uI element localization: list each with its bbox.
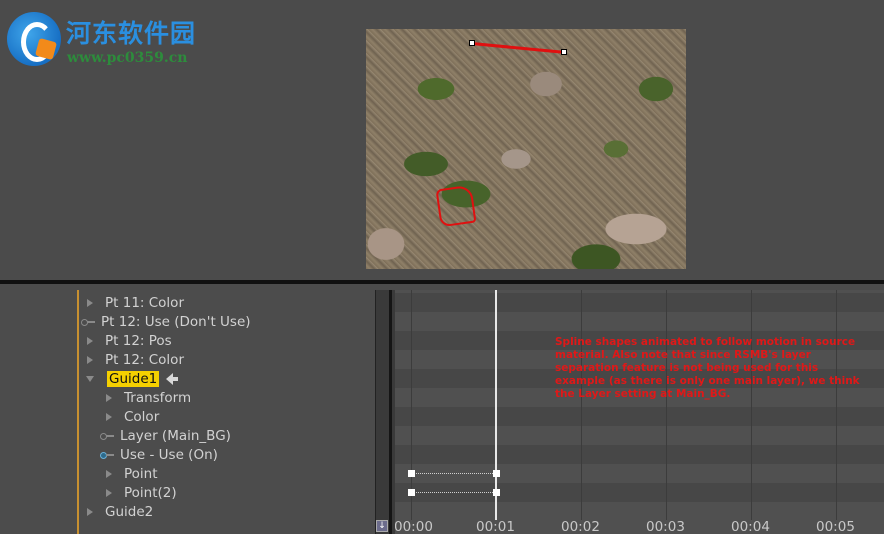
expand-arrow-icon[interactable] (87, 507, 93, 516)
tree-row-label: Transform (124, 389, 192, 406)
time-tick: 00:01 (476, 519, 515, 534)
tree-row-label: Point (124, 465, 158, 482)
expand-arrow-icon[interactable] (87, 355, 93, 364)
timeline-row (395, 407, 884, 426)
time-tick: 00:02 (561, 519, 600, 534)
key-icon[interactable] (100, 451, 114, 459)
time-cursor[interactable] (495, 290, 497, 520)
keyframe[interactable] (408, 489, 415, 496)
annotation-note: Spline shapes animated to follow motion … (555, 336, 860, 400)
time-tick: 00:00 (395, 519, 433, 534)
tree-row-label: Pt 11: Color (105, 294, 184, 311)
spline-shape[interactable] (471, 42, 565, 54)
grid-line (751, 290, 752, 520)
expand-arrow-icon[interactable] (106, 412, 112, 421)
arrow-left-icon (166, 372, 179, 385)
viewer-panel: 河东软件园 www.pc0359.cn (0, 0, 884, 280)
tree-row-pt11-color[interactable]: Pt 11: Color (79, 293, 375, 312)
tree-row-pt12-color[interactable]: Pt 12: Color (79, 350, 375, 369)
scroll-down-icon[interactable]: ↓ (376, 520, 388, 532)
spline-point-handle[interactable] (469, 40, 475, 46)
grid-line (581, 290, 582, 520)
tree-row-label: Color (124, 408, 160, 425)
timeline-row (395, 293, 884, 312)
grid-line (666, 290, 667, 520)
tree-row-color[interactable]: Color (79, 407, 375, 426)
timeline-row (395, 445, 884, 464)
tree-row-label: Point(2) (124, 484, 177, 501)
tree-row-label: Pt 12: Pos (105, 332, 172, 349)
keyframe[interactable] (493, 489, 500, 496)
tree-row-guide1[interactable]: Guide1 (79, 369, 375, 388)
tree-row-label: Pt 12: Use (Don't Use) (101, 313, 251, 330)
expand-arrow-icon[interactable] (87, 336, 93, 345)
tree-row-label-selected: Guide1 (107, 370, 160, 387)
watermark-title: 河东软件园 (66, 19, 197, 48)
collapse-arrow-icon[interactable] (86, 375, 94, 382)
tree-row-transform[interactable]: Transform (79, 388, 375, 407)
tree-scrollbar[interactable] (375, 290, 389, 534)
key-icon[interactable] (81, 318, 95, 326)
tree-row-label: Pt 12: Color (105, 351, 184, 368)
expand-arrow-icon[interactable] (106, 488, 112, 497)
timeline-row (395, 426, 884, 445)
tree-row-point[interactable]: Point (79, 464, 375, 483)
timeline-area[interactable]: Spline shapes animated to follow motion … (395, 290, 884, 534)
tree-row-guide2[interactable]: Guide2 (79, 502, 375, 521)
timeline-panel: Pt 11: Color Pt 12: Use (Don't Use) Pt 1… (0, 284, 884, 534)
spline-point-handle[interactable] (561, 49, 567, 55)
tree-row-pt12-use[interactable]: Pt 12: Use (Don't Use) (79, 312, 375, 331)
tree-row-use[interactable]: Use - Use (On) (79, 445, 375, 464)
viewer-image[interactable] (366, 29, 686, 269)
keyframe-segment (412, 473, 497, 474)
watermark-logo-icon (7, 12, 61, 66)
keyframe-segment (412, 492, 497, 493)
timeline-row (395, 502, 884, 521)
expand-arrow-icon[interactable] (87, 298, 93, 307)
time-tick: 00:05 (816, 519, 855, 534)
layer-tree: Pt 11: Color Pt 12: Use (Don't Use) Pt 1… (79, 293, 375, 521)
keyframe[interactable] (408, 470, 415, 477)
time-tick: 00:03 (646, 519, 685, 534)
grid-line (411, 290, 412, 520)
grid-line (836, 290, 837, 520)
watermark-url: www.pc0359.cn (67, 50, 188, 66)
keyframe[interactable] (493, 470, 500, 477)
tree-row-layer[interactable]: Layer (Main_BG) (79, 426, 375, 445)
expand-arrow-icon[interactable] (106, 469, 112, 478)
tree-row-label: Layer (Main_BG) (120, 427, 231, 444)
tree-row-label: Use - Use (On) (120, 446, 218, 463)
tree-row-point2[interactable]: Point(2) (79, 483, 375, 502)
key-icon[interactable] (100, 432, 114, 440)
tree-row-label: Guide2 (105, 503, 154, 520)
spline-outline[interactable] (435, 184, 477, 228)
expand-arrow-icon[interactable] (106, 393, 112, 402)
tree-gutter (0, 284, 78, 534)
tree-row-pt12-pos[interactable]: Pt 12: Pos (79, 331, 375, 350)
timeline-row (395, 312, 884, 331)
time-tick: 00:04 (731, 519, 770, 534)
